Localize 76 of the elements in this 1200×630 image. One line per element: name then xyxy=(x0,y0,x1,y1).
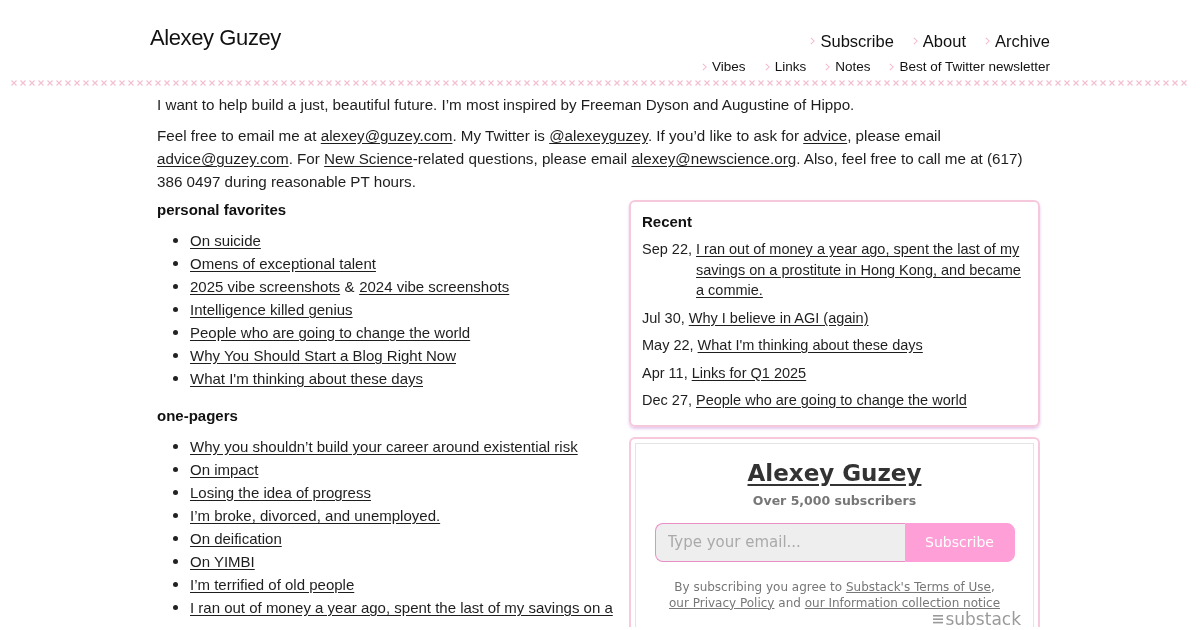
article-link[interactable]: People who are going to change the world xyxy=(190,324,471,341)
bullet-icon xyxy=(173,444,178,449)
bullet-icon xyxy=(173,261,178,266)
bullet-icon xyxy=(173,536,178,541)
brand-logo: substack xyxy=(945,611,1021,627)
section-heading: one-pagers xyxy=(157,406,239,426)
chevron-icon xyxy=(810,37,816,45)
nav-link[interactable]: Best of Twitter newsletter xyxy=(889,57,1050,77)
card-heading: Recent xyxy=(642,212,694,232)
article-link[interactable]: I ran out of money a year ago, spent the last of my savings on a xyxy=(190,599,613,616)
nav-link[interactable]: Subscribe xyxy=(810,30,894,52)
article-link[interactable]: On impact xyxy=(190,461,259,478)
inline-link[interactable]: our Privacy Policy xyxy=(669,595,775,610)
post-date: Jul 30, xyxy=(642,308,685,328)
article-link[interactable]: Intelligence killed genius xyxy=(190,301,353,318)
intro-text: I want to help build a just, beautiful future. I’m most inspired by Freeman Dyson and Augustine of Hippo. xyxy=(157,95,856,115)
article-link[interactable]: Why You Should Start a Blog Right Now xyxy=(190,347,456,364)
article-link[interactable]: On deification xyxy=(190,530,282,547)
site-title[interactable]: Alexey Guzey xyxy=(150,22,281,54)
bullet-icon xyxy=(173,559,178,564)
article-link[interactable]: I’m terrified of old people xyxy=(190,576,355,593)
article-link[interactable]: 2025 vibe screenshots xyxy=(190,278,341,295)
inline-link[interactable]: Substack's Terms of Use xyxy=(845,579,991,594)
bars-icon xyxy=(933,614,944,624)
nav-link[interactable]: About xyxy=(912,30,966,52)
bullet-icon xyxy=(173,353,178,358)
terms-notice: By subscribing you agree to Substack's Terms of Use, our Privacy Policy and our Information collection notice xyxy=(668,578,1001,611)
section-heading: personal favorites xyxy=(157,200,288,220)
post-link[interactable]: Why I believe in AGI (again) xyxy=(688,307,869,328)
post-link[interactable]: I ran out of money a year ago, spent the last of my savings on a prostitute in Hong Kong, and became a commie. xyxy=(696,239,1026,301)
article-link[interactable]: What I'm thinking about these days xyxy=(190,370,423,387)
post-date: May 22, xyxy=(642,336,694,355)
bullet-icon xyxy=(173,284,178,289)
post-link[interactable]: Links for Q1 2025 xyxy=(691,362,807,383)
inline-link[interactable]: alexey@guzey.com xyxy=(320,127,453,144)
bullet-icon xyxy=(173,467,178,472)
nav-link[interactable]: Links xyxy=(764,57,807,77)
inline-link[interactable]: advice@guzey.com xyxy=(157,150,289,167)
bullet-icon xyxy=(173,513,178,518)
subscriber-count: Over 5,000 subscribers xyxy=(752,492,917,509)
article-link[interactable]: On YIMBI xyxy=(190,553,255,570)
inline-link[interactable]: advice xyxy=(803,127,848,144)
chevron-icon xyxy=(825,63,831,71)
bullet-icon xyxy=(173,490,178,495)
article-link[interactable]: 2024 vibe screenshots xyxy=(359,278,510,295)
chevron-icon xyxy=(702,63,708,71)
post-date: Apr 11, xyxy=(642,363,688,383)
publication-title[interactable]: Alexey Guzey xyxy=(747,457,922,488)
item-text: & xyxy=(344,278,355,295)
nav-link[interactable]: Archive xyxy=(984,30,1050,52)
bullet-icon xyxy=(173,307,178,312)
inline-link[interactable]: @alexeyguzey xyxy=(549,127,648,144)
inline-link[interactable]: our Information collection notice xyxy=(804,595,1000,610)
post-link[interactable]: People who are going to change the world xyxy=(696,390,967,411)
article-link[interactable]: Losing the idea of progress xyxy=(190,484,371,501)
nav-link[interactable]: Vibes xyxy=(702,57,746,77)
article-link[interactable]: Why you shouldn’t build your career around existential risk xyxy=(190,438,578,455)
bullet-icon xyxy=(173,605,178,610)
bullet-icon xyxy=(173,582,178,587)
post-link[interactable]: What I'm thinking about these days xyxy=(697,335,923,356)
inline-link[interactable]: New Science xyxy=(324,150,413,167)
chevron-icon xyxy=(764,63,770,71)
bullet-icon xyxy=(173,238,178,243)
chevron-icon xyxy=(912,37,918,45)
chevron-icon xyxy=(984,37,990,45)
article-link[interactable]: On suicide xyxy=(190,232,261,249)
nav-link[interactable]: Notes xyxy=(825,57,871,77)
post-date: Sep 22, xyxy=(642,240,692,259)
article-link[interactable]: I’m broke, divorced, and unemployed. xyxy=(190,507,441,524)
email-field[interactable]: Type your email... xyxy=(654,522,905,562)
article-link[interactable]: Omens of exceptional talent xyxy=(190,255,376,272)
contact-paragraph: Feel free to email me at alexey@guzey.com. My Twitter is @alexeyguzey. If you’d like to ask for advice, please email advice@guzey.com. For New Science-related questions, please email alexey@newscience.org. Also, feel free to call me at (617) 386 0497 during reasonable PT hours. xyxy=(157,126,1024,192)
chevron-icon xyxy=(889,63,895,71)
bullet-icon xyxy=(173,330,178,335)
post-date: Dec 27, xyxy=(642,391,692,410)
bullet-icon xyxy=(173,376,178,381)
